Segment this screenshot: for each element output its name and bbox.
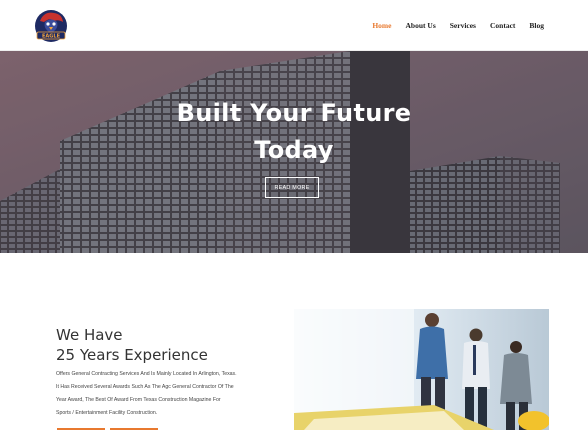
about-secondary-button[interactable] [110,428,158,438]
site-logo[interactable]: EAGLE [32,7,70,45]
hero-title-line-2: Today [254,136,334,164]
site-header: EAGLE Home About Us Services Contact Blo… [0,0,588,51]
about-paragraph-line: Year Award, The Best Of Award From Texas… [56,397,221,403]
eagle-logo-icon: EAGLE [35,10,67,42]
hero-banner: Built Your Future Today READ MORE [0,51,588,253]
hero-title: Built Your Future Today [0,95,588,169]
office-people-image [294,309,549,430]
nav-blog[interactable]: Blog [529,21,544,30]
about-paragraph-line: Sports / Entertainment Facility Construc… [56,410,158,416]
nav-contact[interactable]: Contact [490,21,515,30]
about-paragraph-line: It Has Received Several Awards Such As T… [56,384,234,390]
about-heading-line-2: 25 Years Experience [56,346,208,364]
about-paragraph: Offers General Contracting Services And … [56,368,278,420]
read-more-button[interactable]: READ MORE [265,177,319,198]
nav-services[interactable]: Services [450,21,476,30]
logo-text: EAGLE [42,34,61,40]
team-meeting-photo [294,309,549,430]
about-primary-button[interactable] [57,428,105,438]
nav-home[interactable]: Home [372,21,391,30]
about-heading: We Have 25 Years Experience [56,325,208,365]
nav-about-us[interactable]: About Us [406,21,436,30]
about-heading-line-1: We Have [56,326,123,344]
main-nav: Home About Us Services Contact Blog [372,21,544,30]
about-paragraph-line: Offers General Contracting Services And … [56,371,237,377]
hero-title-line-1: Built Your Future [176,99,412,127]
page: EAGLE Home About Us Services Contact Blo… [0,0,588,438]
